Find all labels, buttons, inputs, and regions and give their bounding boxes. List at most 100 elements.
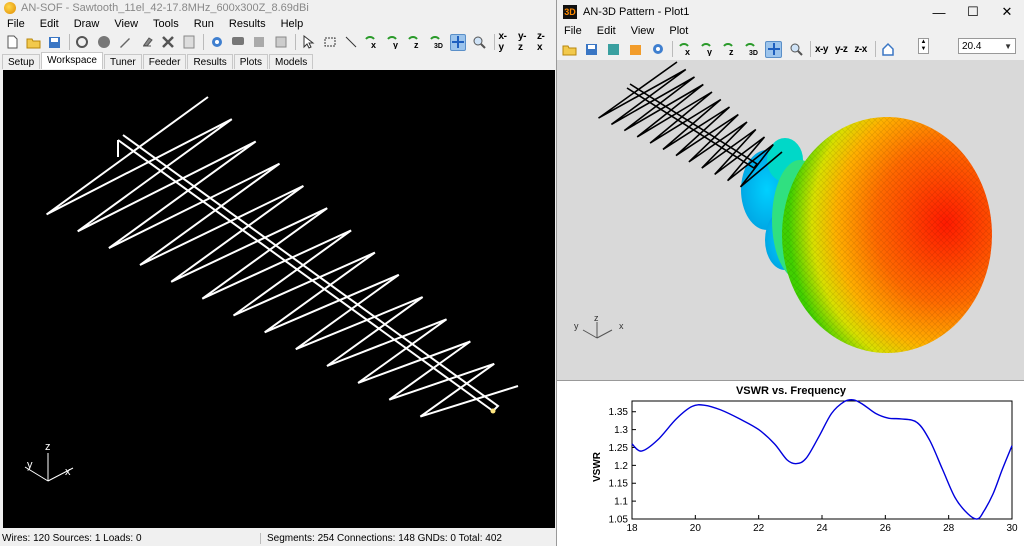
rotate-y-icon[interactable]: y: [386, 34, 402, 51]
open-folder-icon[interactable]: [561, 41, 578, 58]
view-xy-button[interactable]: x-y: [499, 31, 511, 53]
rotate-z-icon[interactable]: z: [721, 41, 738, 58]
comment-icon[interactable]: [230, 34, 246, 51]
view-yz-button[interactable]: y-z: [835, 44, 848, 55]
x-tick-label: 28: [943, 523, 955, 534]
zoom-spinner[interactable]: ▲ ▼: [918, 38, 929, 54]
pattern-toolbar: x y z 3D x-y y-z z-x: [557, 38, 1024, 60]
draw-line-icon[interactable]: [343, 34, 359, 51]
menu-file[interactable]: File: [0, 18, 33, 30]
svg-text:x: x: [371, 40, 376, 49]
tab-setup[interactable]: Setup: [2, 54, 41, 69]
rotate-x-icon[interactable]: x: [677, 41, 694, 58]
toolbar-divider: [810, 41, 811, 57]
save-icon[interactable]: [47, 34, 63, 51]
maximize-icon[interactable]: ☐: [956, 0, 990, 24]
antenna-wire-model: [46, 96, 519, 418]
workspace-axes-gizmo: z y x: [24, 441, 74, 482]
x-tick-label: 30: [1006, 523, 1018, 534]
x-tick-label: 26: [880, 523, 892, 534]
view-yz-button[interactable]: y-z: [518, 31, 530, 53]
an-sof-window: AN-SOF - Sawtooth_11el_42-17.8MHz_600x30…: [0, 0, 556, 546]
menu-tools[interactable]: Tools: [146, 18, 187, 30]
settings-gear-icon[interactable]: [649, 41, 666, 58]
svg-text:y: y: [707, 47, 712, 56]
properties-icon[interactable]: [181, 34, 197, 51]
close-icon[interactable]: ✕: [990, 0, 1024, 24]
pattern-axis-x-label: x: [619, 321, 624, 331]
import-icon[interactable]: [273, 34, 289, 51]
toolbar-divider: [203, 34, 205, 50]
rotate-3d-icon[interactable]: 3D: [743, 41, 760, 58]
toolbar-divider: [295, 34, 296, 50]
pan-move-icon[interactable]: [449, 33, 467, 51]
rotate-y-icon[interactable]: y: [699, 41, 716, 58]
tab-workspace[interactable]: Workspace: [41, 52, 103, 69]
sphere-icon[interactable]: [96, 34, 112, 51]
menu-run[interactable]: Run: [187, 18, 222, 30]
pan-move-icon[interactable]: [765, 40, 782, 58]
svg-text:x: x: [685, 47, 690, 56]
minimize-icon[interactable]: —: [922, 0, 956, 24]
workspace-canvas[interactable]: z y x: [3, 70, 555, 528]
reload-icon[interactable]: [74, 34, 90, 51]
zoom-dropdown[interactable]: 20.4 ▼: [958, 38, 1016, 54]
y-tick-label: 1.3: [614, 425, 628, 436]
status-segments-info: Segments: 254 Connections: 148 GNDs: 0 T…: [260, 532, 502, 544]
new-file-icon[interactable]: [4, 34, 20, 51]
pattern-menu-view[interactable]: View: [624, 25, 663, 37]
toolbar-divider: [69, 34, 71, 50]
rotate-x-icon[interactable]: x: [364, 34, 380, 51]
tab-results[interactable]: Results: [187, 54, 233, 69]
select-cursor-icon[interactable]: [300, 34, 316, 51]
y-tick-label: 1.2: [614, 461, 628, 472]
menu-edit[interactable]: Edit: [33, 18, 67, 30]
an-3d-app-icon: 3D: [563, 5, 577, 19]
zoom-magnifier-icon[interactable]: [787, 41, 804, 58]
pencil-icon[interactable]: [117, 34, 133, 51]
menu-help[interactable]: Help: [274, 18, 312, 30]
menu-results[interactable]: Results: [222, 18, 274, 30]
menu-draw[interactable]: Draw: [67, 18, 108, 30]
menu-view[interactable]: View: [107, 18, 146, 30]
x-tick-label: 24: [816, 523, 828, 534]
an-sof-tabs: Setup Workspace Tuner Feeder Results Plo…: [0, 52, 556, 69]
view-xy-button[interactable]: x-y: [815, 44, 828, 55]
window-controls: — ☐ ✕: [922, 0, 1024, 24]
x-tick-label: 22: [753, 523, 765, 534]
erase-icon[interactable]: [138, 34, 154, 51]
chart-title: VSWR vs. Frequency: [736, 385, 847, 397]
3d-pattern-viewport[interactable]: z y x: [557, 60, 1024, 380]
an-sof-app-icon: [4, 2, 16, 14]
pattern-axis-y-label: y: [574, 321, 579, 331]
axis-x-label: x: [65, 466, 71, 478]
rotate-z-icon[interactable]: z: [407, 34, 423, 51]
tab-plots[interactable]: Plots: [233, 54, 269, 69]
rotate-3d-icon[interactable]: 3D: [428, 34, 444, 51]
y-tick-label: 1.1: [614, 497, 628, 508]
zoom-magnifier-icon[interactable]: [471, 34, 487, 51]
pattern-antenna-model: [598, 61, 783, 188]
view-zx-button[interactable]: z-x: [854, 44, 867, 55]
pattern-axes-gizmo: z y x: [574, 313, 624, 339]
rectangle-select-icon[interactable]: [321, 34, 337, 51]
tab-feeder[interactable]: Feeder: [142, 54, 187, 69]
tab-tuner[interactable]: Tuner: [103, 54, 142, 69]
save-image-icon[interactable]: [605, 41, 622, 58]
pattern-menu-file[interactable]: File: [557, 25, 590, 37]
open-folder-icon[interactable]: [25, 34, 41, 51]
pattern-menu-edit[interactable]: Edit: [590, 25, 624, 37]
axis-z-label: z: [45, 441, 51, 453]
save-icon[interactable]: [583, 41, 600, 58]
settings-gear-icon[interactable]: [208, 34, 224, 51]
pattern-menu-plot[interactable]: Plot: [662, 25, 696, 37]
chevron-down-icon: ▼: [1004, 41, 1012, 51]
home-icon[interactable]: [880, 41, 897, 58]
tab-models[interactable]: Models: [269, 54, 314, 69]
svg-text:3D: 3D: [434, 43, 443, 49]
view-zx-button[interactable]: z-x: [537, 31, 549, 53]
status-wires-info: Wires: 120 Sources: 1 Loads: 0: [2, 532, 142, 544]
export-icon[interactable]: [627, 41, 644, 58]
export-icon[interactable]: [251, 34, 267, 51]
delete-icon[interactable]: [160, 34, 176, 51]
